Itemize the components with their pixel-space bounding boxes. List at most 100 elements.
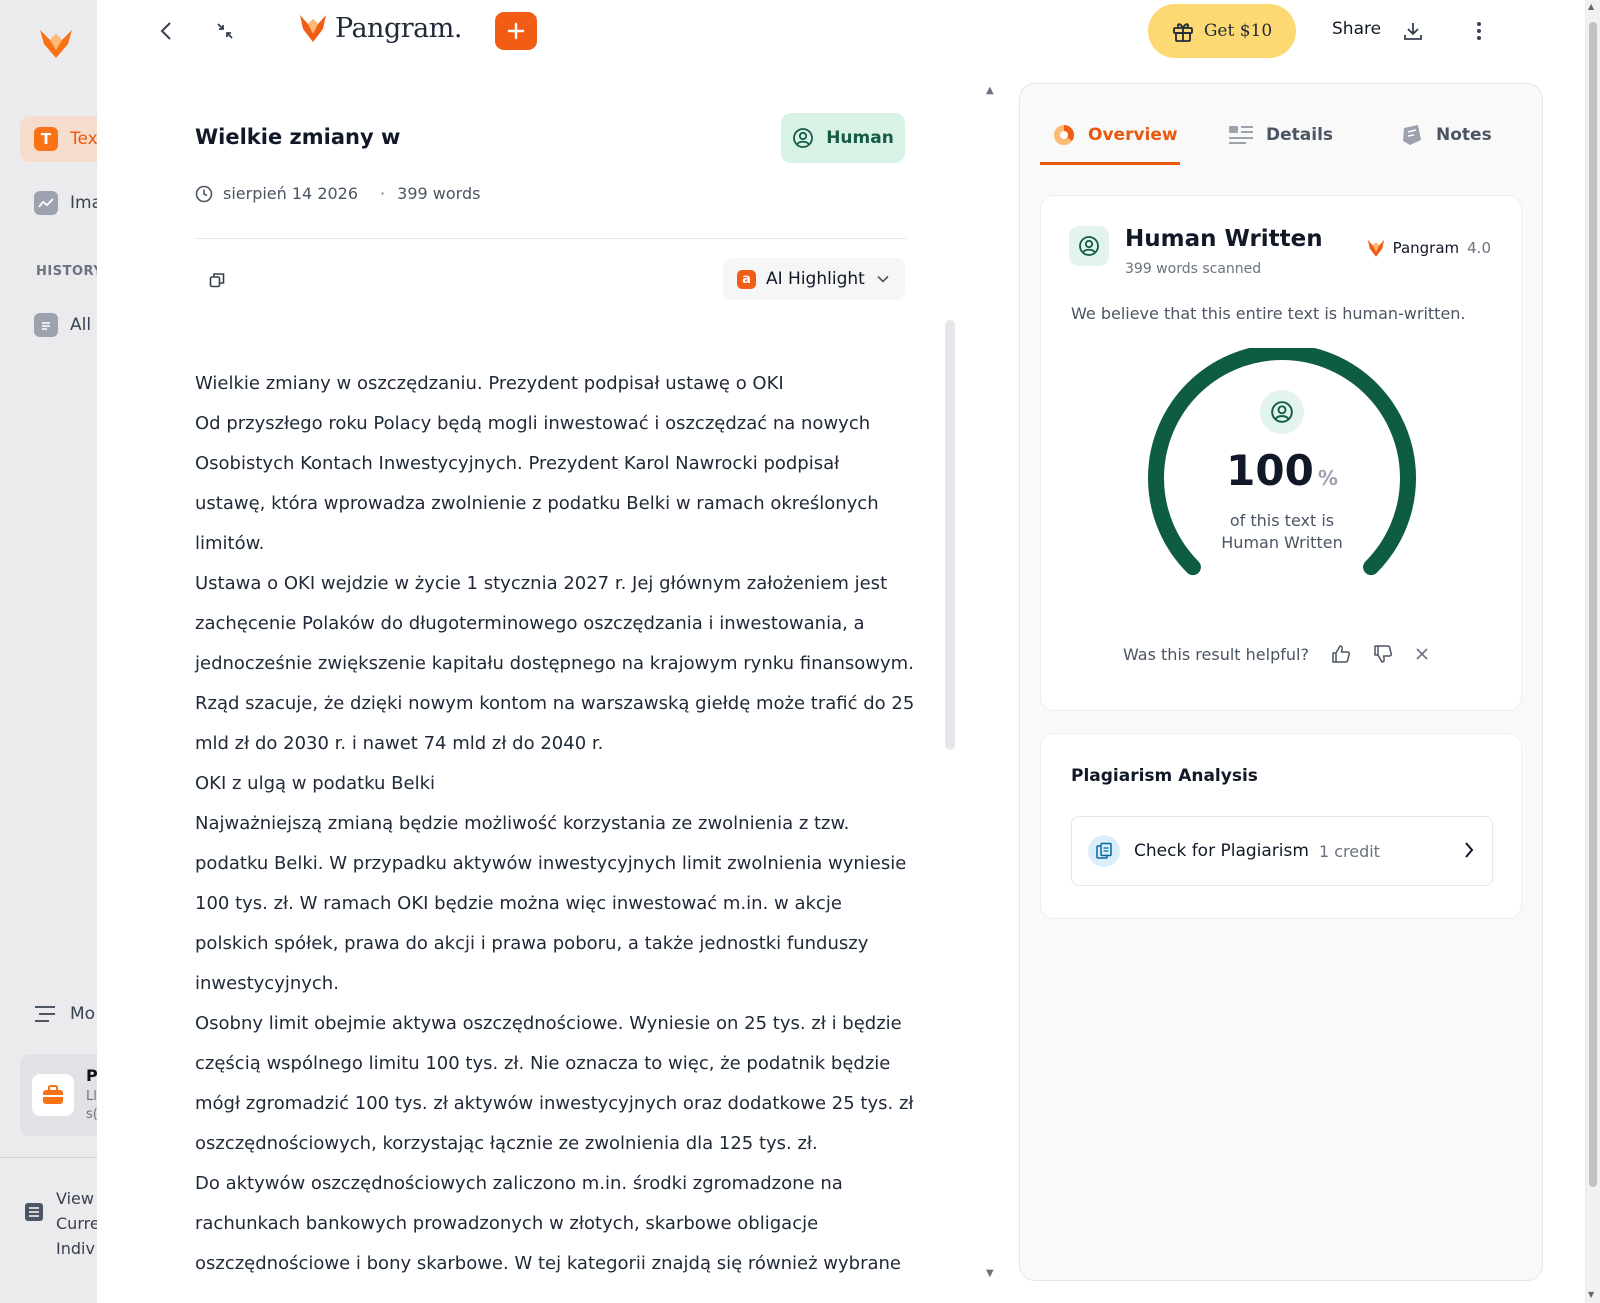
image-icon [34, 191, 58, 215]
top-toolbar: Pangram. Get $10 Share [97, 0, 1585, 62]
plagiarism-action-label: Check for Plagiarism [1134, 841, 1309, 861]
copy-button[interactable] [205, 268, 229, 292]
user-circle-icon [1260, 390, 1304, 434]
verdict-label: Human [826, 128, 894, 148]
plagiarism-title: Plagiarism Analysis [1071, 766, 1258, 786]
sidebar-item-label: All [70, 315, 92, 335]
sidebar-item-image[interactable]: Ima [20, 180, 100, 226]
share-button[interactable]: Share [1332, 19, 1381, 39]
document-date: sierpień 14 2026 [223, 184, 359, 203]
thumbs-down-icon [1374, 645, 1392, 663]
close-icon [1416, 648, 1428, 660]
view-line-1: View [56, 1189, 94, 1208]
scroll-down-icon[interactable]: ▼ [1588, 1290, 1594, 1299]
gauge-caption: of this text is Human Written [1141, 510, 1423, 554]
sidebar-item-all[interactable]: All [20, 302, 100, 348]
result-description: We believe that this entire text is huma… [1071, 304, 1466, 323]
feedback-question: Was this result helpful? [1123, 644, 1309, 664]
view-line-3: Indiv [56, 1239, 95, 1258]
collapse-icon [217, 23, 233, 39]
document-icon [34, 313, 58, 337]
thumbs-down-button[interactable] [1373, 644, 1393, 664]
gauge-caption-line-1: of this text is [1229, 511, 1335, 530]
ai-highlight-icon: a [737, 269, 756, 289]
document-title: Wielkie zmiany w [195, 125, 401, 149]
gauge-value: 100 [1226, 446, 1314, 495]
referral-button[interactable]: Get $10 [1148, 4, 1296, 58]
text-icon: T [34, 127, 58, 151]
plagiarism-card: Plagiarism Analysis Check for Plagiarism… [1040, 733, 1522, 919]
gauge-caption-line-2: Human Written [1221, 533, 1343, 552]
briefcase-icon [32, 1074, 74, 1116]
details-icon [1228, 124, 1254, 146]
window-scrollbar-thumb[interactable] [1589, 22, 1597, 1187]
pangram-logo-icon [1367, 239, 1384, 257]
words-scanned: 399 words scanned [1125, 261, 1262, 277]
tab-label: Details [1266, 125, 1334, 145]
new-scan-button[interactable] [495, 12, 537, 50]
plan-card[interactable]: P Ll s( [20, 1054, 100, 1136]
download-button[interactable] [1396, 14, 1430, 48]
view-plan-link[interactable]: View Curre Indiv [24, 1186, 100, 1261]
view-line-2: Curre [56, 1214, 100, 1233]
document-body: Wielkie zmiany w oszczędzaniu. Prezydent… [195, 373, 915, 1274]
more-options-button[interactable] [1462, 14, 1496, 48]
chevron-left-icon [160, 22, 171, 40]
window-scrollbar[interactable]: ▲ ▼ [1586, 0, 1600, 1303]
brand-logo[interactable]: Pangram. [299, 12, 462, 44]
gauge-unit: % [1317, 466, 1338, 490]
thumbs-up-button[interactable] [1331, 644, 1351, 664]
menu-icon [35, 1006, 55, 1022]
list-icon [25, 1203, 43, 1221]
tab-notes[interactable]: Notes [1400, 104, 1492, 166]
sidebar-item-text[interactable]: T Tex [20, 116, 100, 162]
plagiarism-credit: 1 credit [1318, 841, 1380, 861]
sidebar-divider [0, 1157, 100, 1158]
model-badge: Pangram 4.0 [1367, 238, 1491, 258]
scroll-up-icon[interactable]: ▲ [986, 85, 994, 96]
dismiss-feedback-button[interactable] [1415, 647, 1429, 661]
pangram-logo-icon[interactable] [38, 26, 74, 60]
user-circle-icon [793, 128, 814, 148]
model-name: Pangram [1392, 239, 1460, 257]
results-panel: Overview Details Notes Human Written 399… [1019, 83, 1543, 1281]
meta-separator: · [380, 184, 386, 203]
result-modal: Pangram. Get $10 Share Wielkie zmiany w … [97, 0, 1585, 1303]
ai-highlight-dropdown[interactable]: a AI Highlight [723, 258, 905, 300]
sidebar-menu-toggle[interactable]: Mo [34, 1004, 95, 1024]
scroll-up-icon[interactable]: ▲ [1588, 2, 1594, 11]
result-title: Human Written [1125, 226, 1323, 252]
tab-details[interactable]: Details [1228, 104, 1333, 166]
result-card: Human Written 399 words scanned Pangram … [1040, 195, 1522, 711]
scroll-down-icon[interactable]: ▼ [986, 1268, 994, 1279]
check-plagiarism-button[interactable]: Check for Plagiarism 1 credit [1071, 816, 1493, 886]
document-divider [195, 238, 907, 239]
tab-label: Notes [1436, 125, 1492, 145]
notes-icon [1400, 123, 1424, 147]
referral-label: Get $10 [1203, 21, 1273, 41]
plan-card-title: P [86, 1066, 98, 1085]
results-tabs: Overview Details Notes [1040, 104, 1524, 166]
plus-icon [507, 22, 525, 40]
sidebar-mo-label: Mo [70, 1004, 96, 1024]
document-scrollbar[interactable] [945, 320, 955, 750]
thumbs-up-icon [1332, 645, 1350, 663]
history-heading: HISTORY [36, 264, 100, 279]
download-icon [1404, 23, 1422, 40]
pangram-logo-icon [300, 15, 326, 42]
chevron-down-icon [877, 275, 889, 283]
chevron-right-icon [1464, 841, 1474, 859]
document-word-count: 399 words [397, 184, 481, 203]
model-version: 4.0 [1467, 239, 1491, 257]
overview-icon [1052, 123, 1076, 147]
collapse-button[interactable] [208, 14, 242, 48]
sidebar-item-label: Tex [70, 129, 98, 149]
brand-name: Pangram. [335, 12, 462, 44]
clock-icon [195, 185, 213, 202]
back-button[interactable] [149, 14, 183, 48]
tab-overview[interactable]: Overview [1052, 104, 1178, 166]
active-tab-underline [1040, 162, 1180, 165]
ai-highlight-label: AI Highlight [766, 269, 865, 289]
app-sidebar: T Tex Ima HISTORY All Mo P Ll s( View Cu… [0, 0, 100, 1303]
copy-icon [209, 273, 225, 288]
